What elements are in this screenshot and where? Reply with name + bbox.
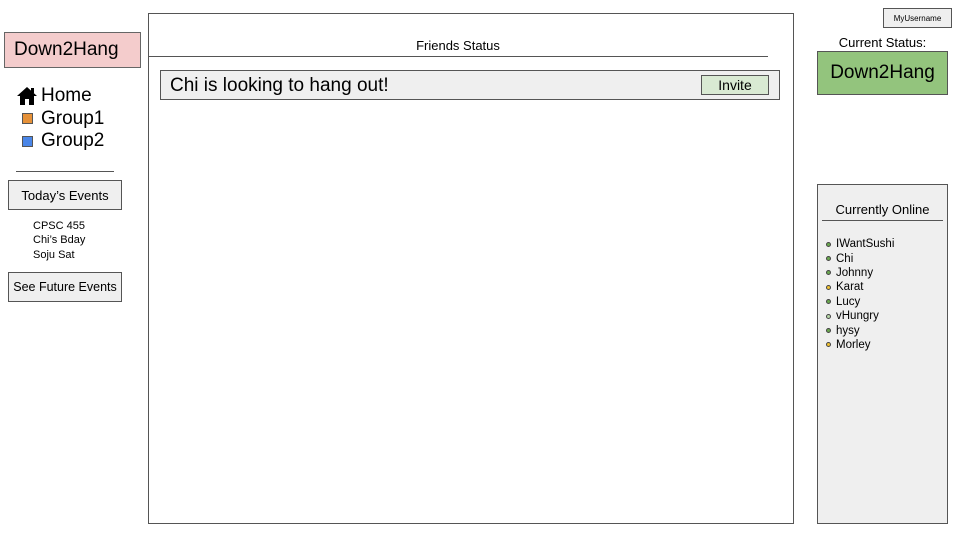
online-user-name: vHungry — [836, 310, 879, 323]
online-user-name: Karat — [836, 281, 864, 294]
event-item[interactable]: CPSC 455 — [33, 219, 85, 233]
group-swatch-icon — [17, 131, 37, 151]
status-dot-icon — [826, 342, 831, 348]
online-user-name: Morley — [836, 338, 871, 351]
sidebar-item-label: Group2 — [41, 130, 105, 152]
friend-status-card: Chi is looking to hang out! Invite — [160, 70, 780, 100]
invite-button[interactable]: Invite — [701, 75, 769, 95]
friends-status-panel: Friends Status Chi is looking to hang ou… — [148, 13, 794, 524]
status-dot-icon — [826, 328, 831, 334]
panel-title: Friends Status — [416, 38, 500, 53]
online-users-panel: Currently Online IWantSushi Chi Johnny K… — [817, 184, 948, 524]
online-user-list: IWantSushi Chi Johnny Karat Lucy vHungry… — [826, 237, 894, 352]
sidebar-divider — [16, 171, 114, 172]
event-item[interactable]: Chi’s Bday — [33, 233, 85, 247]
online-user[interactable]: hysy — [826, 323, 894, 337]
current-status-label: Current Status: — [838, 35, 927, 50]
online-user-name: Lucy — [836, 295, 861, 308]
sidebar-item-home[interactable]: Home — [17, 85, 104, 108]
sidebar-item-group1[interactable]: Group1 — [17, 108, 104, 131]
online-user[interactable]: vHungry — [826, 309, 894, 323]
online-user[interactable]: Morley — [826, 338, 894, 352]
status-dot-icon — [826, 299, 831, 305]
sidebar-nav: Home Group1 Group2 — [17, 85, 104, 153]
sidebar-item-label: Group1 — [41, 107, 105, 129]
status-dot-icon — [826, 241, 831, 247]
online-user[interactable]: Chi — [826, 251, 894, 265]
app-logo[interactable]: Down2Hang — [4, 32, 141, 68]
friend-status-text: Chi is looking to hang out! — [170, 75, 389, 96]
sidebar-item-group2[interactable]: Group2 — [17, 130, 104, 153]
online-title: Currently Online — [835, 202, 930, 217]
online-user[interactable]: Karat — [826, 280, 894, 294]
status-dot-icon — [826, 313, 831, 319]
group-swatch-icon — [17, 109, 37, 129]
online-divider — [822, 220, 943, 221]
online-user[interactable]: Lucy — [826, 295, 894, 309]
username-button[interactable]: MyUsername — [883, 8, 952, 28]
home-icon — [17, 86, 37, 106]
online-user-name: Chi — [836, 252, 854, 265]
status-dot-icon — [826, 256, 831, 262]
online-user-name: IWantSushi — [836, 238, 895, 251]
event-item[interactable]: Soju Sat — [33, 248, 85, 262]
status-dot-icon — [826, 284, 831, 290]
panel-divider — [149, 56, 768, 57]
online-user[interactable]: IWantSushi — [826, 237, 894, 251]
online-user-name: Johnny — [836, 266, 874, 279]
see-future-events-button[interactable]: See Future Events — [8, 272, 122, 302]
events-list: CPSC 455 Chi’s Bday Soju Sat — [33, 219, 85, 262]
todays-events-button[interactable]: Today’s Events — [8, 180, 122, 210]
sidebar-item-label: Home — [41, 85, 92, 107]
online-user-name: hysy — [836, 324, 860, 337]
current-status-button[interactable]: Down2Hang — [817, 51, 948, 95]
online-user[interactable]: Johnny — [826, 266, 894, 280]
status-dot-icon — [826, 270, 831, 276]
